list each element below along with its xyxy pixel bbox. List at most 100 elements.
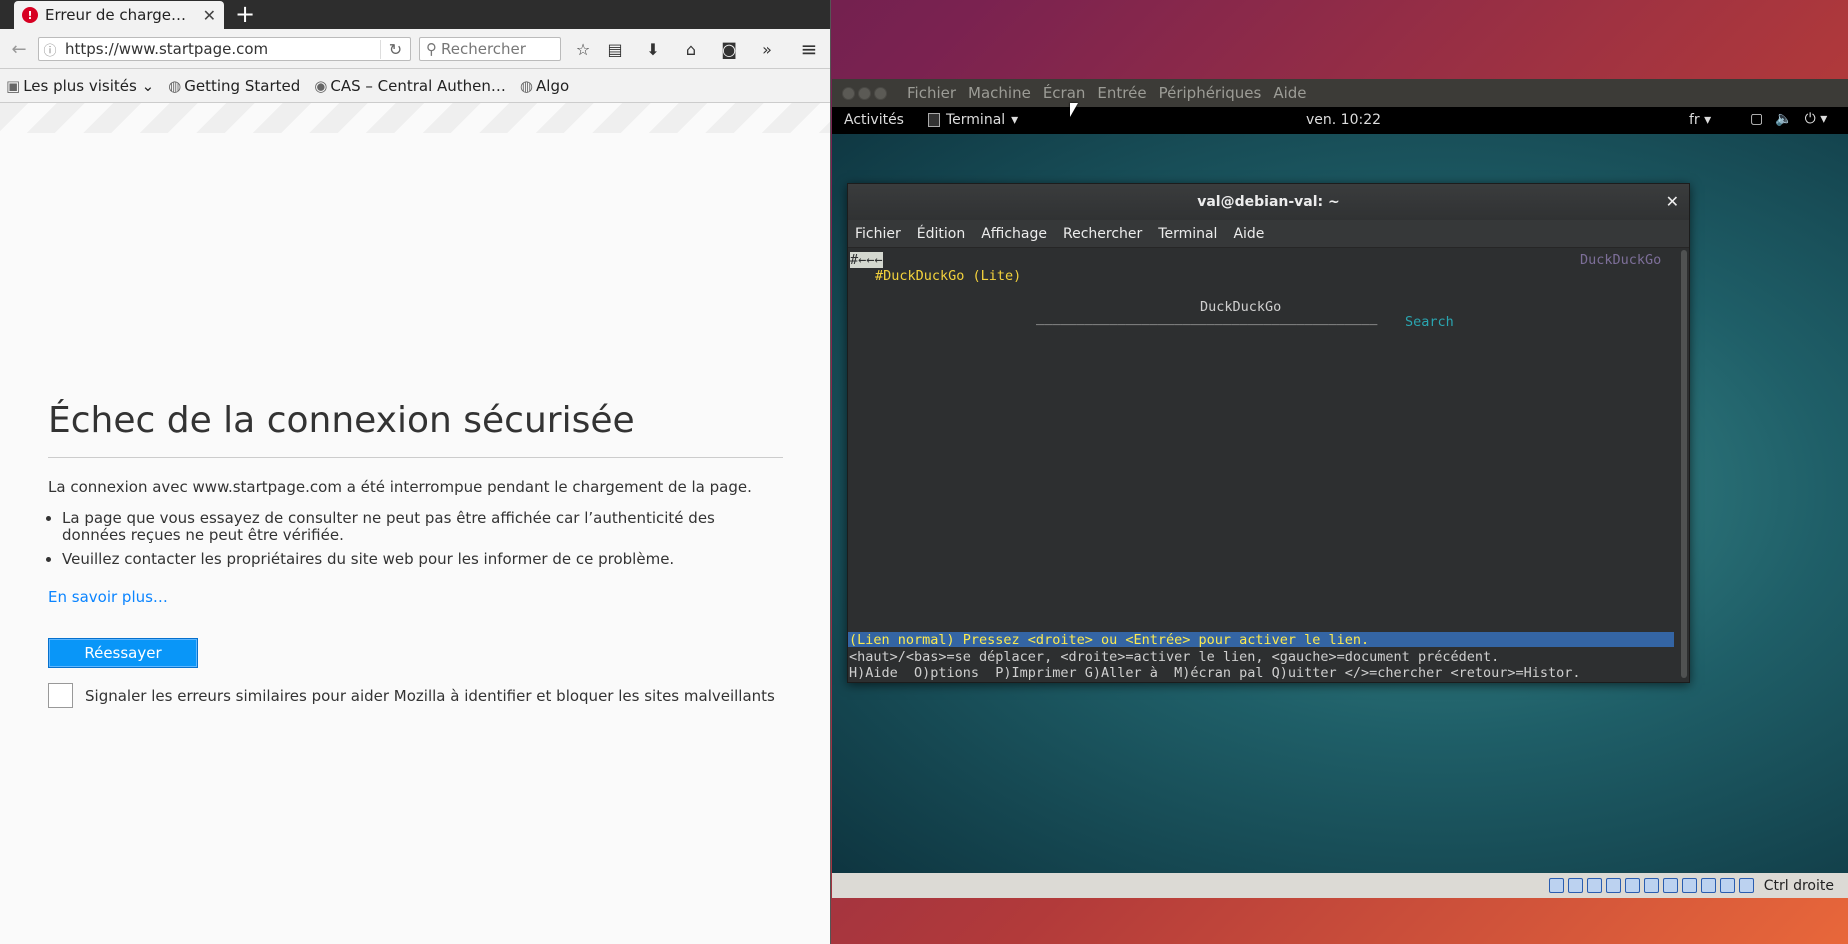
back-arrow-icon[interactable]: ←	[6, 37, 32, 61]
volume-icon: 🔈	[1775, 111, 1793, 127]
keyboard-icon[interactable]	[1738, 878, 1754, 893]
terminal-titlebar: val@debian-val: ~ ✕	[848, 184, 1689, 220]
lynx-page-title: DuckDuckGo	[1580, 252, 1662, 268]
maximize-icon[interactable]	[874, 86, 887, 100]
term-menu-aide[interactable]: Aide	[1233, 226, 1264, 242]
folder-icon: ▣	[6, 76, 21, 95]
bookmark-most-visited[interactable]: ▣ Les plus visités ⌄	[6, 77, 154, 95]
error-icon: !	[22, 7, 38, 23]
network-icon[interactable]	[1681, 878, 1697, 893]
error-page: Échec de la connexion sécurisée La conne…	[48, 400, 783, 708]
vbox-menu-machine[interactable]: Machine	[968, 84, 1031, 102]
bookmark-cas[interactable]: ◉ CAS – Central Authen…	[314, 77, 506, 95]
app-menu[interactable]: Terminal ▾	[928, 112, 1018, 128]
app-name: Terminal	[946, 112, 1006, 128]
clock[interactable]: ven. 10:22	[1306, 112, 1381, 128]
firefox-window: ! Erreur de chargeme… ✕ + ← ⓘ https://ww…	[0, 0, 831, 944]
term-menu-affichage[interactable]: Affichage	[981, 226, 1047, 242]
vbox-menu-ecran[interactable]: Écran	[1043, 84, 1086, 102]
terminal-icon	[928, 113, 940, 127]
hamburger-menu-icon[interactable]: ≡	[796, 37, 822, 61]
search-icon: ⚲	[426, 40, 437, 58]
vbox-menu-entree[interactable]: Entrée	[1097, 84, 1146, 102]
guest-desktop: Activités Terminal ▾ ven. 10:22 fr ▾ ▢ 🔈…	[832, 107, 1848, 873]
error-bullets: La page que vous essayez de consulter ne…	[48, 510, 783, 568]
chevron-down-icon: ▾	[1011, 112, 1019, 128]
host-key-label: Ctrl droite	[1763, 877, 1834, 894]
vbox-menu-peripheriques[interactable]: Périphériques	[1159, 84, 1262, 102]
lynx-search-field[interactable]: ________________________________________…	[1036, 310, 1377, 326]
close-tab-icon[interactable]: ✕	[203, 6, 216, 25]
close-icon[interactable]	[842, 86, 855, 100]
terminal-window[interactable]: val@debian-val: ~ ✕ Fichier Édition Affi…	[847, 183, 1690, 683]
terminal-content[interactable]: #←←← DuckDuckGo #DuckDuckGo (Lite) DuckD…	[848, 248, 1689, 682]
report-label: Signaler les erreurs similaires pour aid…	[85, 686, 775, 705]
gnome-top-bar: Activités Terminal ▾ ven. 10:22 fr ▾ ▢ 🔈…	[832, 107, 1848, 134]
activities-button[interactable]: Activités	[844, 112, 904, 128]
search-placeholder: Rechercher	[441, 40, 526, 58]
learn-more-link[interactable]: En savoir plus…	[48, 588, 783, 606]
mouse-integration-icon[interactable]	[1719, 878, 1735, 893]
lang-label: fr	[1689, 112, 1700, 128]
tab-bar: ! Erreur de chargeme… ✕ +	[0, 0, 830, 29]
report-checkbox[interactable]	[48, 683, 73, 708]
keyboard-layout[interactable]: fr ▾	[1689, 112, 1711, 128]
audio-icon[interactable]	[1605, 878, 1621, 893]
close-icon[interactable]: ✕	[1666, 192, 1679, 211]
lynx-search-button[interactable]: Search	[1405, 314, 1454, 330]
virtualbox-window: Fichier Machine Écran Entrée Périphériqu…	[832, 79, 1848, 898]
list-item: La page que vous essayez de consulter ne…	[62, 510, 783, 544]
list-item: Veuillez contacter les propriétaires du …	[62, 551, 783, 568]
search-input[interactable]: ⚲ Rechercher	[419, 37, 561, 61]
vbox-menu-fichier[interactable]: Fichier	[907, 84, 956, 102]
overflow-icon[interactable]: »	[754, 37, 780, 61]
cd-icon[interactable]	[1567, 878, 1583, 893]
reload-icon[interactable]: ↻	[380, 39, 410, 59]
new-tab-button[interactable]: +	[234, 0, 256, 28]
bookmark-algo[interactable]: ◍ Algo	[520, 77, 569, 95]
tab-error[interactable]: ! Erreur de chargeme… ✕	[14, 1, 224, 29]
vbox-statusbar: Ctrl droite	[832, 873, 1848, 898]
download-icon[interactable]: ⬇	[640, 37, 666, 61]
lynx-heading[interactable]: #DuckDuckGo (Lite)	[875, 268, 1021, 284]
bookmark-getting-started[interactable]: ◍ Getting Started	[168, 77, 300, 95]
lynx-help-line-1: <haut>/<bas>=se déplacer, <droite>=activ…	[849, 649, 1500, 665]
retry-button[interactable]: Réessayer	[48, 638, 198, 668]
bookmark-star-icon[interactable]: ☆	[570, 37, 596, 61]
vbox-menubar: Fichier Machine Écran Entrée Périphériqu…	[832, 79, 1848, 107]
vbox-menu-aide[interactable]: Aide	[1273, 84, 1306, 102]
lynx-status-line: (Lien normal) Pressez <droite> ou <Entré…	[848, 632, 1674, 648]
minimize-icon[interactable]	[858, 86, 871, 100]
url-bar[interactable]: ⓘ https://www.startpage.com ↻	[38, 37, 411, 61]
bookmarks-toolbar: ▣ Les plus visités ⌄ ◍ Getting Started ◉ CA…	[0, 69, 830, 103]
screen-icon: ▢	[1750, 111, 1764, 127]
term-menu-edition[interactable]: Édition	[917, 226, 965, 242]
power-icon: ⏻ ▾	[1804, 111, 1828, 127]
term-menu-terminal[interactable]: Terminal	[1158, 226, 1217, 242]
lynx-help-line-2: H)Aide O)ptions P)Imprimer G)Aller à M)é…	[849, 665, 1581, 681]
term-menu-rechercher[interactable]: Rechercher	[1063, 226, 1142, 242]
page-title: Échec de la connexion sécurisée	[48, 400, 783, 458]
hdd-icon[interactable]	[1548, 878, 1564, 893]
reading-list-icon[interactable]: ▤	[602, 37, 628, 61]
cpu-icon[interactable]	[1700, 878, 1716, 893]
globe-icon: ◍	[519, 76, 534, 95]
system-tray[interactable]: ▢ 🔈 ⏻ ▾	[1750, 111, 1827, 127]
error-intro: La connexion avec www.startpage.com a ét…	[48, 478, 752, 496]
decorative-stripe	[0, 103, 830, 133]
shared-folder-icon[interactable]	[1624, 878, 1640, 893]
term-menu-fichier[interactable]: Fichier	[855, 226, 901, 242]
window-controls	[842, 86, 887, 100]
mouse-cursor-icon	[1070, 103, 1078, 117]
lynx-top-link[interactable]: #←←←	[850, 252, 883, 268]
home-icon[interactable]: ⌂	[678, 37, 704, 61]
scrollbar[interactable]	[1681, 250, 1687, 678]
terminal-title: val@debian-val: ~	[1197, 194, 1340, 210]
video-capture-icon[interactable]	[1662, 878, 1678, 893]
display-icon[interactable]	[1643, 878, 1659, 893]
url-text[interactable]: https://www.startpage.com	[61, 40, 380, 58]
pocket-icon[interactable]: ◙	[716, 37, 742, 61]
globe-icon: ◍	[168, 76, 182, 95]
usb-icon[interactable]	[1586, 878, 1602, 893]
info-icon[interactable]: ⓘ	[39, 40, 61, 59]
